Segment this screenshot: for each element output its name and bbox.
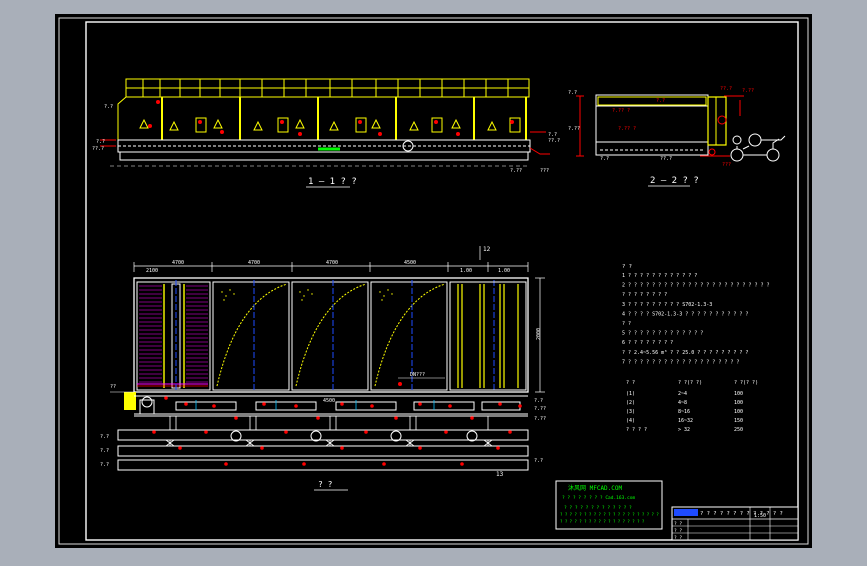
watermark-line-4: ? ? ? ? ? ? ? ? ? ? ? ? ? ? ? ? ? ? [560,519,645,524]
svg-text:?.??: ?.?? [534,406,546,412]
svg-text:?.?: ?.? [656,98,665,104]
dim-top-7: 1.00 [498,268,510,274]
notes-line: 6 ? ? ? ? ? ? ? ? [622,340,673,346]
svg-text:?.?: ?.? [104,104,113,110]
dim-top-3: 4700 [248,260,260,266]
dim-top-6: 1.00 [460,268,472,274]
watermark-brand: 沐风网 MFCAD.COM [568,484,623,492]
title-row-2: ? ? [674,528,682,534]
title-row-1: ? ? [674,521,682,527]
notes-table-cell: ? ? ? ? [626,427,647,433]
svg-text:??.?: ??.? [92,146,104,152]
section-1-1-title: 1 — 1 ? ? [308,177,357,187]
dim-bottom: 4500 [323,398,335,404]
dim-top-4: 4700 [326,260,338,266]
svg-text:?.??: ?.?? [568,126,580,132]
svg-text:?.??: ?.?? [742,88,754,94]
pipe-label: DN??? [410,372,425,378]
notes-table-cell: (3) [626,409,635,415]
notes-line: ? ? 2.4~5.56 m³ ? ? 25.0 ? ? ? ? ? ? ? ?… [622,350,748,356]
section-2-2-title: 2 — 2 ? ? [650,176,699,186]
label-bottom-right: 13 [496,471,504,478]
svg-text:???: ??? [540,168,549,174]
dim-right: 2000 [536,328,542,340]
notes-table-cell: 100 [734,400,743,406]
cad-viewer: ?.???.? ?.???.? ?.????? ?.? 1 — 1 ? ? ?.… [0,0,867,562]
watermark-line-1: ? ? ? ? ? ? ? ? Cad.163.com [562,495,635,501]
notes-table-cell: (2) [626,400,635,406]
svg-text:?.?: ?.? [100,448,109,454]
svg-text:?.?: ?.? [96,139,105,145]
svg-text:?.?: ?.? [100,434,109,440]
notes-table-cell: 100 [734,391,743,397]
notes-table-header: ? ?(? ?) [678,380,702,386]
notes-line: 4 ? ? ? ? S702-1.3-3 ? ? ? ? ? ? ? ? ? ?… [622,311,748,317]
notes-table-cell: 16~32 [678,418,693,424]
svg-text:?.?? ?: ?.?? ? [612,108,630,114]
svg-text:?.?: ?.? [600,156,609,162]
svg-text:??.?: ??.? [548,138,560,144]
notes-table-cell: 4~8 [678,400,687,406]
watermark-line-3: ? ? ? ? ? ? ? ? ? ? ? ? ? ? ? ? ? ? ? ? … [560,512,659,517]
notes-heading: ? ? [622,264,632,270]
svg-text:??.?: ??.? [720,86,732,92]
title-block: ? ? ? ? ? ? ? ? ? ? ? ? ? 1:50 ? ? ? ? ?… [671,506,799,541]
svg-text:?.??: ?.?? [534,416,546,422]
dim-top-5: 4500 [404,260,416,266]
label-top-right: 12 [483,246,491,253]
plan-title: ? ? [318,480,333,489]
notes-table-cell: 150 [734,418,743,424]
notes-table-cell: (1) [626,391,635,397]
notes-table-cell: 100 [734,409,743,415]
dim-top-left: 2100 [146,268,158,274]
dim-top-2: 4700 [172,260,184,266]
svg-text:?.?: ?.? [100,462,109,468]
notes-table-cell: > 32 [678,427,690,433]
notes-line: 3 ? ? ? ? ? ? ? ? ? S702-1.3-3 [622,302,712,308]
svg-text:?.?: ?.? [534,398,543,404]
notes-line: 7 ? ? ? ? ? ? ? ? ? ? ? ? ? ? ? ? ? ? ? [622,359,739,365]
notes-line: 1 ? ? ? ? ? ? ? ? ? ? ? ? [622,273,697,279]
title-row-3: ? ? [674,535,682,541]
svg-text:??: ?? [110,384,116,390]
cad-drawing-sheet: ?.???.? ?.???.? ?.????? ?.? 1 — 1 ? ? ?.… [55,14,812,548]
notes-table-header: ? ? [626,380,635,386]
drawing-title: ? ? ? ? ? ? ? ? ? ? ? ? ? [700,511,783,517]
notes-table-cell: 2~4 [678,391,687,397]
notes-line: ? ? ? ? ? ? ? ? [622,292,667,298]
svg-text:?.?: ?.? [534,458,543,464]
notes-table-cell: 250 [734,427,743,433]
svg-text:?.?: ?.? [568,90,577,96]
drawing-sheet-background [55,14,812,548]
svg-text:?.?? ?: ?.?? ? [618,126,636,132]
notes-table-cell: (4) [626,418,635,424]
drawing-scale: 1:50 [754,513,766,519]
notes-table-cell: 8~16 [678,409,690,415]
svg-text:??.?: ??.? [660,156,672,162]
watermark-line-2: ? ? ? ? ? ? ? ? ? ? ? ? ? [564,505,632,511]
watermark-box: 沐风网 MFCAD.COM ? ? ? ? ? ? ? ? Cad.163.co… [555,480,663,530]
svg-text:?.??: ?.?? [510,168,522,174]
notes-line: 5 ? ? ? ? ? ? ? ? ? ? ? ? ? [622,331,703,337]
svg-text:???: ??? [722,162,731,168]
notes-line: 2 ? ? ? ? ? ? ? ? ? ? ? ? ? ? ? ? ? ? ? … [622,283,770,289]
notes-table-header: ? ?(? ?) [734,380,758,386]
notes-line: ? ? [622,321,631,327]
